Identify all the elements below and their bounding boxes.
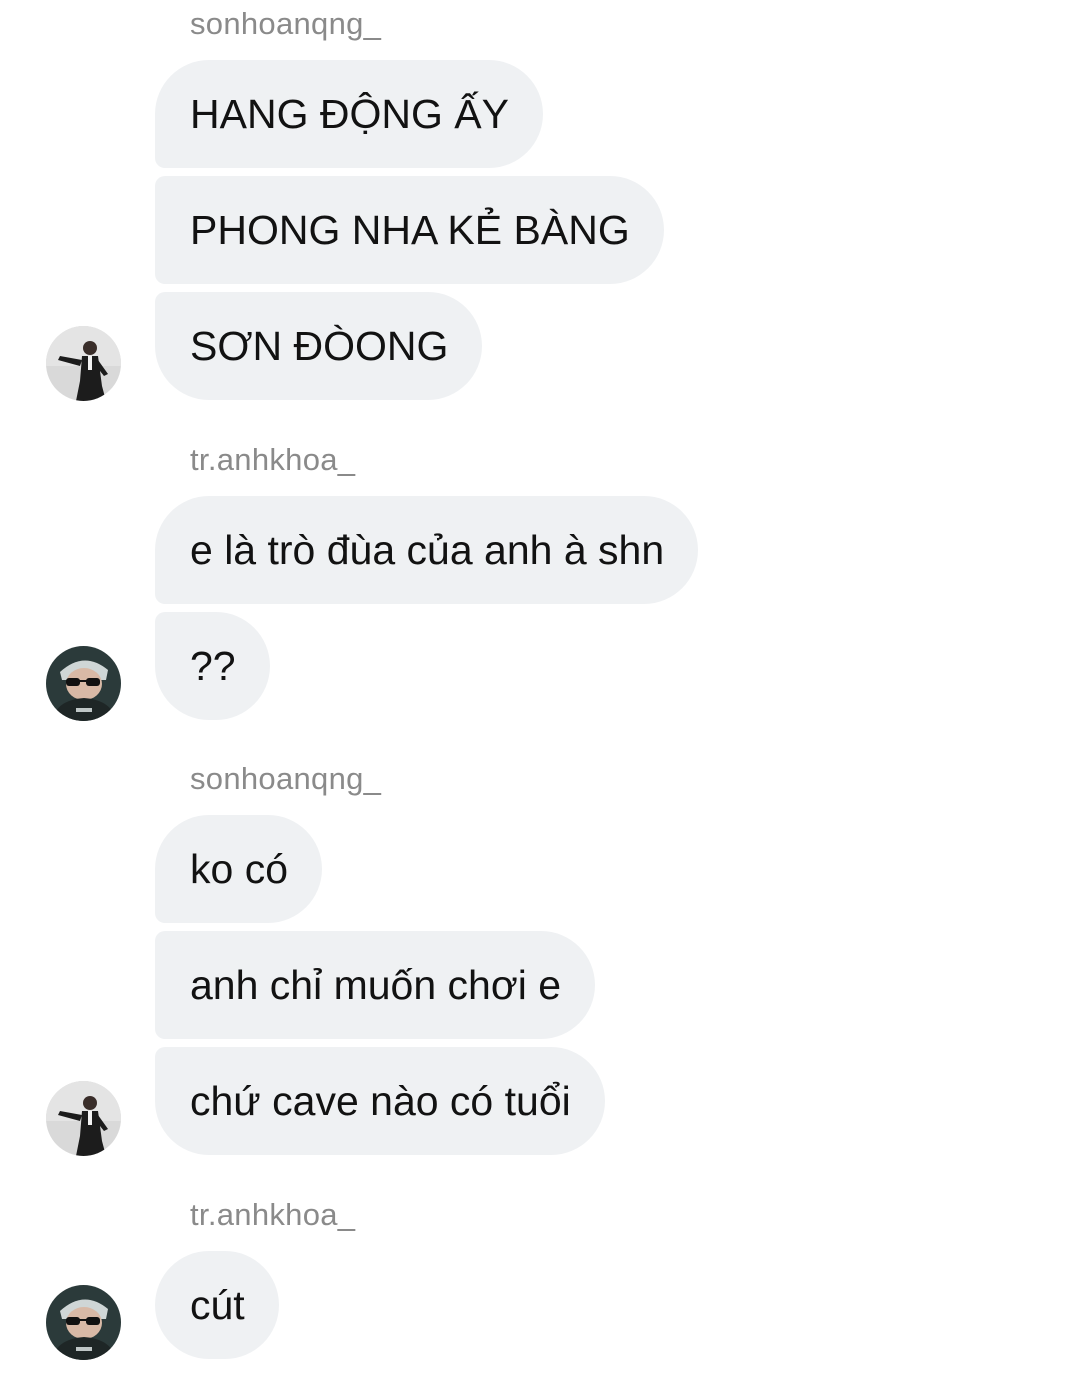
message-bubble[interactable]: cút [155,1251,279,1359]
message-bubble[interactable]: SƠN ĐÒONG [155,292,483,400]
message-bubble[interactable]: chứ cave nào có tuổi [155,1047,605,1155]
message-bubble[interactable]: PHONG NHA KẺ BÀNG [155,176,664,284]
sender-name: sonhoanqng_ [190,761,382,796]
avatar-tr-anhkhoa[interactable] [46,1285,121,1360]
message-bubble[interactable]: anh chỉ muốn chơi e [155,931,596,1039]
avatar-sonhoanqng[interactable] [46,1081,121,1156]
avatar-tr-anhkhoa[interactable] [46,646,121,721]
message-bubble[interactable]: e là trò đùa của anh à shn [155,496,699,604]
avatar-sonhoanqng[interactable] [46,326,121,401]
sender-name: tr.anhkhoa_ [190,1197,356,1232]
sender-name: sonhoanqng_ [190,6,382,41]
message-bubble[interactable]: ?? [155,612,270,720]
message-bubble[interactable]: ko có [155,815,322,923]
sender-name: tr.anhkhoa_ [190,442,356,477]
message-bubble[interactable]: HANG ĐỘNG ẤY [155,60,543,168]
